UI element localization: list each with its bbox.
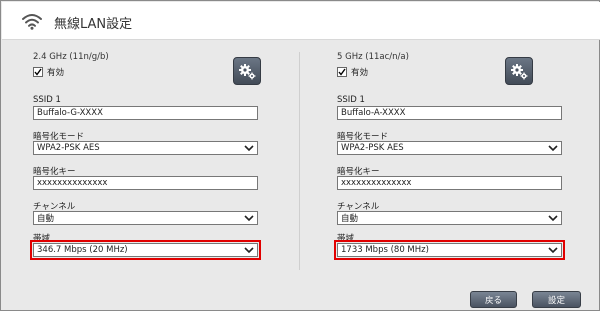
encryption-value: WPA2-PSK AES xyxy=(341,143,404,153)
key-input[interactable]: xxxxxxxxxxxxxx xyxy=(337,176,562,190)
ssid-input[interactable]: Buffalo-G-XXXX xyxy=(33,106,258,120)
band-24ghz-panel: 2.4 GHz (11n/g/b) 有効 SSID 1 Buffalo-G-XX… xyxy=(30,52,263,260)
key-field: 暗号化キー xxxxxxxxxxxxxx xyxy=(33,165,258,190)
encryption-field: 暗号化モード WPA2-PSK AES xyxy=(33,130,258,155)
chevron-down-icon xyxy=(548,145,558,152)
band-5ghz-panel: 5 GHz (11ac/n/a) 有効 SSID 1 Buffalo-A-XXX… xyxy=(334,52,567,260)
advanced-settings-button[interactable] xyxy=(505,57,533,85)
ssid-label: SSID 1 xyxy=(33,95,61,105)
bandwidth-field: 帯域 346.7 Mbps (20 MHz) xyxy=(30,232,261,260)
channel-field: チャンネル 自動 xyxy=(337,200,562,225)
chevron-down-icon xyxy=(244,215,254,222)
ssid-field: SSID 1 Buffalo-A-XXXX xyxy=(337,95,562,120)
ssid-input[interactable]: Buffalo-A-XXXX xyxy=(337,106,562,120)
encryption-value: WPA2-PSK AES xyxy=(37,143,100,153)
channel-label: チャンネル xyxy=(337,202,380,212)
encryption-field: 暗号化モード WPA2-PSK AES xyxy=(337,130,562,155)
key-label: 暗号化キー xyxy=(33,167,76,177)
key-field: 暗号化キー xxxxxxxxxxxxxx xyxy=(337,165,562,190)
encryption-select[interactable]: WPA2-PSK AES xyxy=(337,141,562,155)
enable-row: 有効 xyxy=(33,66,263,78)
check-icon xyxy=(338,68,346,76)
gear-icon xyxy=(511,64,528,80)
ssid-field: SSID 1 Buffalo-G-XXXX xyxy=(33,95,258,120)
settings-panel: 無線LAN設定 xyxy=(0,0,600,311)
chevron-down-icon xyxy=(244,145,254,152)
enable-checkbox[interactable] xyxy=(33,67,43,77)
back-button[interactable]: 戻る xyxy=(470,291,517,308)
channel-select[interactable]: 自動 xyxy=(33,211,258,225)
page-header: 無線LAN設定 xyxy=(2,2,600,40)
channel-select[interactable]: 自動 xyxy=(337,211,562,225)
key-input[interactable]: xxxxxxxxxxxxxx xyxy=(33,176,258,190)
ssid-label: SSID 1 xyxy=(337,95,365,105)
apply-settings-button[interactable]: 設定 xyxy=(532,291,581,308)
encryption-select[interactable]: WPA2-PSK AES xyxy=(33,141,258,155)
bandwidth-highlight xyxy=(334,240,565,260)
channel-label: チャンネル xyxy=(33,202,76,212)
page-title: 無線LAN設定 xyxy=(54,17,133,32)
column-divider xyxy=(299,52,300,270)
band-title: 2.4 GHz (11n/g/b) xyxy=(33,52,109,62)
wifi-icon xyxy=(22,14,42,30)
chevron-down-icon xyxy=(548,215,558,222)
enable-checkbox[interactable] xyxy=(337,67,347,77)
bandwidth-field: 帯域 1733 Mbps (80 MHz) xyxy=(334,232,565,260)
encryption-label: 暗号化モード xyxy=(337,132,389,142)
channel-field: チャンネル 自動 xyxy=(33,200,258,225)
enable-label: 有効 xyxy=(351,68,369,78)
gear-icon xyxy=(239,64,256,80)
key-label: 暗号化キー xyxy=(337,167,380,177)
enable-label: 有効 xyxy=(47,68,65,78)
bandwidth-highlight xyxy=(30,240,261,260)
channel-value: 自動 xyxy=(37,214,55,224)
check-icon xyxy=(34,68,42,76)
encryption-label: 暗号化モード xyxy=(33,132,85,142)
channel-value: 自動 xyxy=(341,214,359,224)
advanced-settings-button[interactable] xyxy=(233,57,261,85)
